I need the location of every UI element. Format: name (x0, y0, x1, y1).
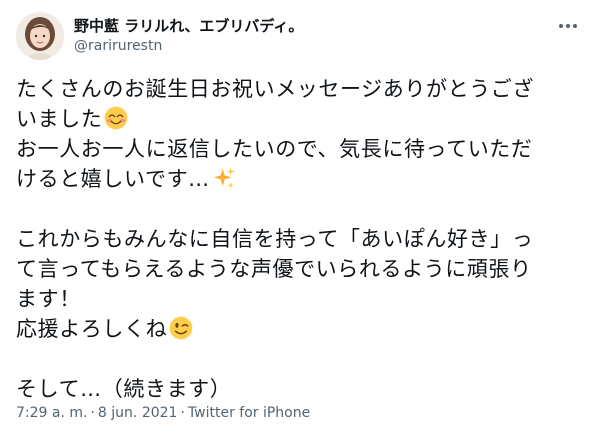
author-names: 野中藍 ラリルれ、エブリバディ。 @rarirurestn (74, 16, 303, 56)
tweet-card: 野中藍 ラリルれ、エブリバディ。 @rarirurestn たくさんのお誕生日お… (0, 0, 597, 438)
tweet-line: お一人お一人に返信したいので、気長に待っていただ (16, 137, 533, 161)
tweet-line: ます！ (16, 287, 81, 311)
display-name[interactable]: 野中藍 ラリルれ、エブリバディ。 (74, 16, 303, 36)
meta-separator: · (90, 405, 95, 421)
tweet-line: いました (16, 104, 586, 134)
tweet-line: 応援よろしくね (16, 314, 586, 344)
tweet-line: これからもみんなに自信を持って「あいぽん好き」っ (16, 227, 534, 251)
user-handle[interactable]: @rarirurestn (74, 36, 303, 56)
sparkles-icon (213, 167, 235, 189)
avatar-image (16, 12, 64, 60)
tweet-line: て言ってもらえるような声優でいられるように頑張り (16, 257, 532, 281)
smiling-face-with-smiling-eyes-icon (105, 106, 128, 130)
tweet-text: たくさんのお誕生日お祝いメッセージありがとうござ いました お一人お一人に返信し… (16, 74, 586, 404)
tweet-line: けると嬉しいです… (16, 164, 586, 194)
tweet-line: そして…（続きます） (16, 377, 232, 401)
tweet-header: 野中藍 ラリルれ、エブリバディ。 @rarirurestn (16, 12, 581, 62)
meta-separator: · (180, 405, 185, 421)
winking-face-icon (169, 316, 193, 340)
tweet-date[interactable]: 8 jun. 2021 (98, 405, 178, 421)
tweet-source[interactable]: Twitter for iPhone (188, 405, 310, 421)
avatar[interactable] (16, 12, 64, 60)
tweet-line: たくさんのお誕生日お祝いメッセージありがとうござ (16, 77, 534, 101)
tweet-time[interactable]: 7:29 a. m. (16, 405, 87, 421)
tweet-meta: 7:29 a. m. · 8 jun. 2021 · Twitter for iPhon… (16, 403, 310, 423)
more-dots-icon (559, 24, 577, 28)
more-options-button[interactable] (555, 16, 581, 36)
